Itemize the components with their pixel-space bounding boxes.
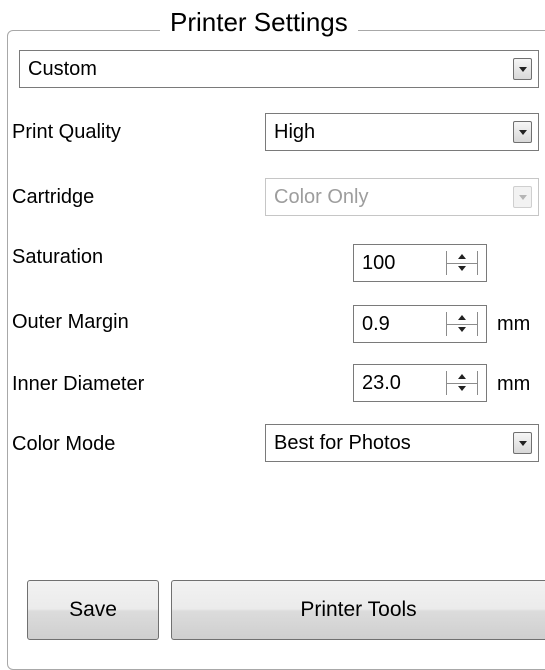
chevron-down-icon[interactable] <box>513 121 532 143</box>
cartridge-value: Color Only <box>274 186 369 208</box>
print-quality-value: High <box>274 121 316 143</box>
spin-buttons <box>446 251 478 275</box>
print-quality-label: Print Quality <box>12 121 121 143</box>
preset-dropdown[interactable]: Custom <box>19 50 539 88</box>
group-title: Printer Settings <box>160 3 358 41</box>
spin-buttons <box>446 312 478 336</box>
print-quality-dropdown[interactable]: High <box>265 113 539 151</box>
save-button[interactable]: Save <box>27 580 159 640</box>
cartridge-label: Cartridge <box>12 186 95 208</box>
printer-tools-button[interactable]: Printer Tools <box>171 580 545 640</box>
preset-value: Custom <box>28 58 97 80</box>
chevron-down-icon[interactable] <box>513 432 532 454</box>
inner-diameter-unit: mm <box>497 373 531 395</box>
color-mode-dropdown[interactable]: Best for Photos <box>265 424 539 462</box>
outer-margin-label: Outer Margin <box>12 311 129 333</box>
decrement-icon[interactable] <box>447 383 477 395</box>
inner-diameter-stepper[interactable]: 23.0 <box>353 364 487 402</box>
outer-margin-unit: mm <box>497 313 531 335</box>
inner-diameter-value: 23.0 <box>362 372 401 394</box>
color-mode-value: Best for Photos <box>274 432 411 454</box>
color-mode-label: Color Mode <box>12 433 116 455</box>
spin-buttons <box>446 371 478 395</box>
saturation-label: Saturation <box>12 246 104 268</box>
chevron-down-icon[interactable] <box>513 58 532 80</box>
chevron-down-icon <box>513 186 532 208</box>
outer-margin-stepper[interactable]: 0.9 <box>353 305 487 343</box>
saturation-value: 100 <box>362 252 396 274</box>
saturation-stepper[interactable]: 100 <box>353 244 487 282</box>
outer-margin-value: 0.9 <box>362 313 390 335</box>
decrement-icon[interactable] <box>447 263 477 275</box>
inner-diameter-label: Inner Diameter <box>12 373 145 395</box>
cartridge-dropdown: Color Only <box>265 178 539 216</box>
decrement-icon[interactable] <box>447 324 477 336</box>
